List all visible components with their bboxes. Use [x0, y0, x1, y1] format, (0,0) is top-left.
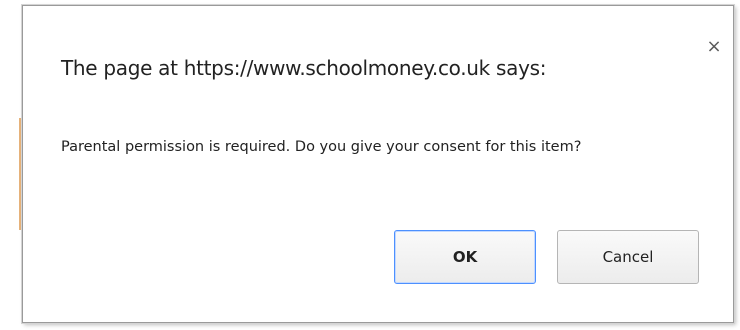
dialog-title: The page at https://www.schoolmoney.co.u… — [61, 56, 547, 80]
javascript-confirm-dialog: × The page at https://www.schoolmoney.co… — [22, 5, 734, 323]
cancel-button[interactable]: Cancel — [557, 230, 699, 284]
close-icon[interactable]: × — [705, 38, 723, 56]
dialog-message: Parental permission is required. Do you … — [61, 139, 582, 155]
ok-button[interactable]: OK — [394, 230, 536, 284]
